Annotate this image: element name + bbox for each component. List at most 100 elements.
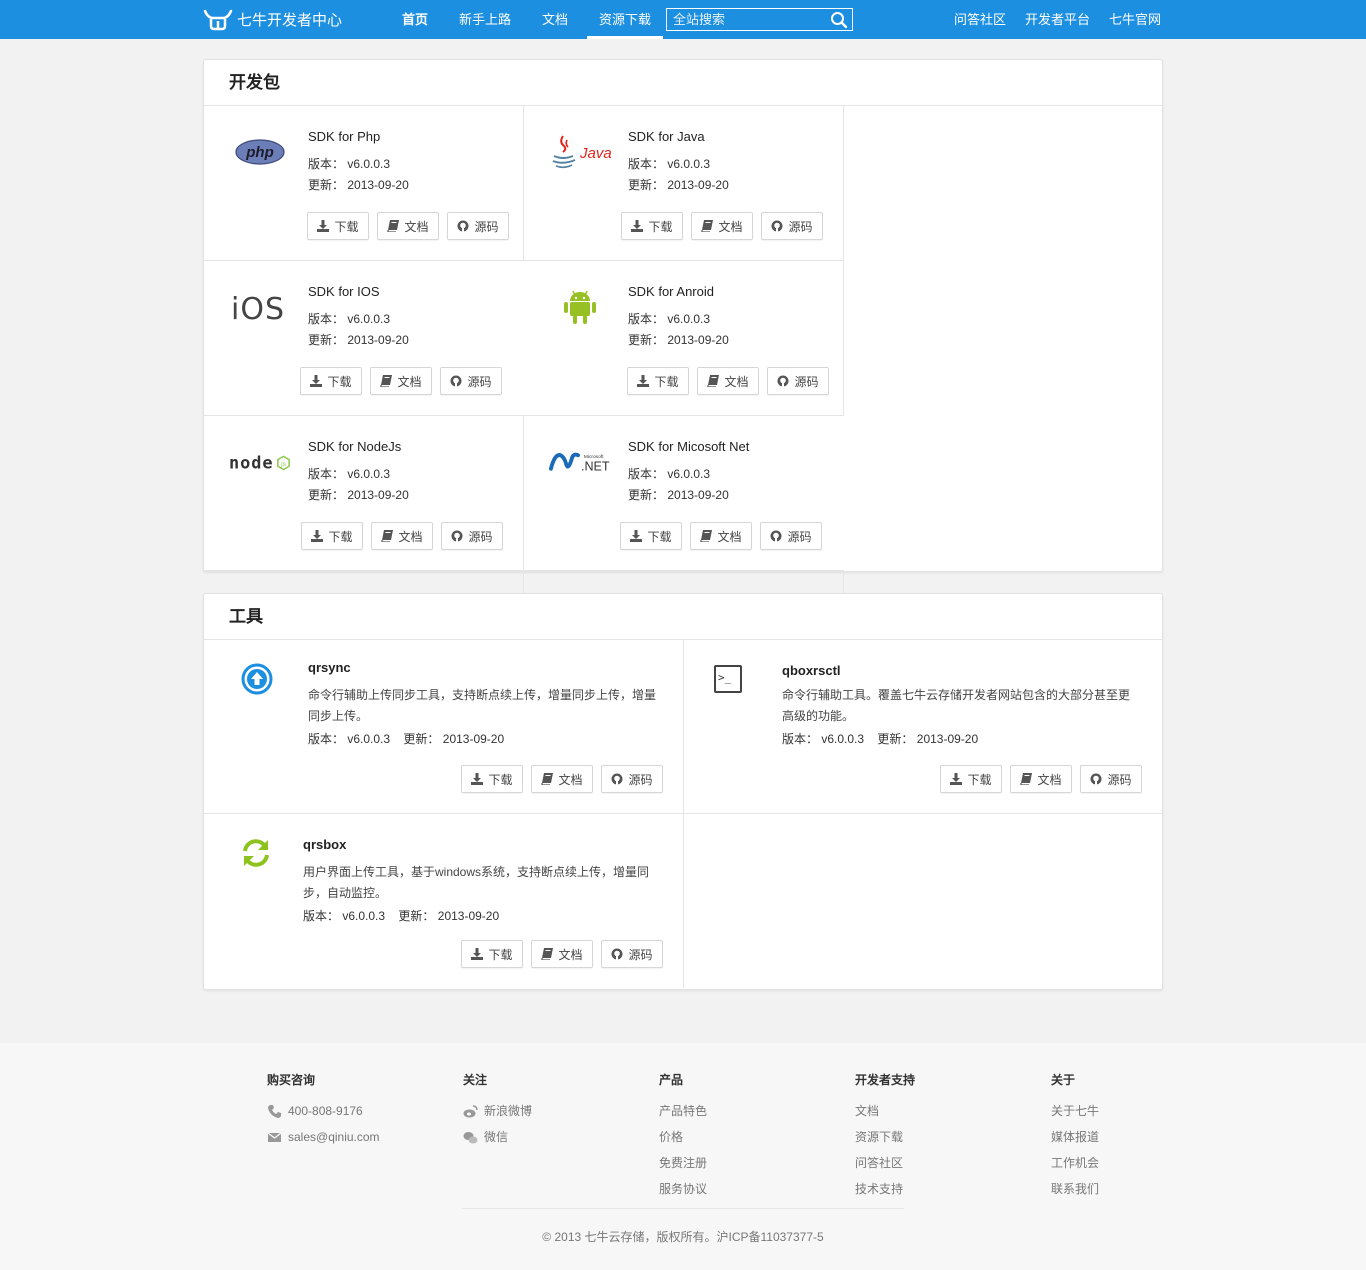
sdk-logo: php xyxy=(229,131,291,173)
github-icon xyxy=(611,773,623,785)
source-button[interactable]: 源码 xyxy=(1080,765,1142,793)
upload-circle-icon xyxy=(241,663,273,695)
source-button[interactable]: 源码 xyxy=(441,522,503,550)
svg-text:node: node xyxy=(229,453,273,473)
tool-buttons: 下载 文档 源码 xyxy=(461,765,671,793)
nav-home[interactable]: 首页 xyxy=(390,0,440,39)
sdk-title: SDK for Anroid xyxy=(628,284,714,299)
updated-label: 更新： xyxy=(403,732,440,746)
android-logo-icon xyxy=(564,290,596,324)
sdk-section-title: 开发包 xyxy=(204,60,1162,106)
download-icon xyxy=(471,773,484,785)
version-value: v6.0.0.3 xyxy=(347,467,391,481)
source-button[interactable]: 源码 xyxy=(440,367,502,395)
source-button[interactable]: 源码 xyxy=(601,940,663,968)
download-button-label: 下载 xyxy=(488,947,513,962)
footer-link[interactable]: 免费注册 xyxy=(659,1150,707,1176)
footer-link[interactable]: 产品特色 xyxy=(659,1098,707,1124)
sdk-updated: 更新： 2013-09-20 xyxy=(628,176,729,193)
search-input[interactable] xyxy=(667,9,827,30)
svg-text:iOS: iOS xyxy=(231,292,285,327)
footer-link[interactable]: 文档 xyxy=(855,1098,915,1124)
download-button[interactable]: 下载 xyxy=(621,212,683,240)
download-button[interactable]: 下载 xyxy=(307,212,369,240)
version-label: 版本： xyxy=(782,732,819,746)
nav-qa-community[interactable]: 问答社区 xyxy=(954,0,1006,39)
sdk-logo: Java xyxy=(549,131,611,173)
sdk-version: 版本： v6.0.0.3 xyxy=(628,310,710,327)
docs-button[interactable]: 文档 xyxy=(690,522,752,550)
version-value: v6.0.0.3 xyxy=(821,732,865,746)
docs-button[interactable]: 文档 xyxy=(531,765,593,793)
nav-qiniu-official[interactable]: 七牛官网 xyxy=(1109,0,1161,39)
footer-link[interactable]: 技术支持 xyxy=(855,1176,915,1202)
docs-button-label: 文档 xyxy=(1037,772,1062,787)
search-icon[interactable] xyxy=(830,11,848,29)
updated-value: 2013-09-20 xyxy=(347,178,409,192)
footer-link[interactable]: 工作机会 xyxy=(1051,1150,1099,1176)
docs-button[interactable]: 文档 xyxy=(531,940,593,968)
footer-link[interactable]: 媒体报道 xyxy=(1051,1124,1099,1150)
sdk-version: 版本： v6.0.0.3 xyxy=(308,465,390,482)
download-button[interactable]: 下载 xyxy=(940,765,1002,793)
download-button[interactable]: 下载 xyxy=(620,522,682,550)
tool-meta: 版本： v6.0.0.3 更新： 2013-09-20 xyxy=(308,730,504,747)
sdk-version: 版本： v6.0.0.3 xyxy=(308,155,390,172)
tool-card-empty xyxy=(684,814,1162,988)
docs-button-label: 文档 xyxy=(397,374,422,389)
docs-button[interactable]: 文档 xyxy=(691,212,753,240)
updated-label: 更新： xyxy=(398,909,435,923)
nav-developer-platform[interactable]: 开发者平台 xyxy=(1025,0,1090,39)
updated-value: 2013-09-20 xyxy=(667,333,729,347)
source-button[interactable]: 源码 xyxy=(767,367,829,395)
nav-docs[interactable]: 文档 xyxy=(530,0,580,39)
mail-icon xyxy=(267,1132,282,1142)
wechat-link[interactable]: 微信 xyxy=(484,1124,508,1150)
source-button[interactable]: 源码 xyxy=(761,212,823,240)
footer-link[interactable]: 价格 xyxy=(659,1124,707,1150)
download-button[interactable]: 下载 xyxy=(627,367,689,395)
download-button-label: 下载 xyxy=(648,219,673,234)
terminal-icon: >_ xyxy=(714,665,742,693)
tools-section-title: 工具 xyxy=(204,594,1162,640)
footer-link[interactable]: 问答社区 xyxy=(855,1150,915,1176)
footer-weibo[interactable]: 新浪微博 xyxy=(463,1098,532,1124)
email-address[interactable]: sales@qiniu.com xyxy=(288,1124,380,1150)
php-logo-icon: php xyxy=(235,139,285,165)
weibo-icon xyxy=(463,1104,478,1117)
nav-getting-started[interactable]: 新手上路 xyxy=(447,0,523,39)
brand[interactable]: 七牛开发者中心 xyxy=(203,0,342,39)
book-icon xyxy=(700,530,713,542)
updated-label: 更新： xyxy=(308,333,345,347)
footer-col-title: 开发者支持 xyxy=(855,1073,916,1087)
weibo-link[interactable]: 新浪微博 xyxy=(484,1098,532,1124)
docs-button[interactable]: 文档 xyxy=(370,367,432,395)
download-button[interactable]: 下载 xyxy=(301,522,363,550)
sdk-card: php SDK for Php 版本： v6.0.0.3 更新： 2013-09-20… xyxy=(204,106,524,261)
footer-link[interactable]: 关于七牛 xyxy=(1051,1098,1099,1124)
book-icon xyxy=(380,375,393,387)
footer-link[interactable]: 资源下载 xyxy=(855,1124,915,1150)
footer-col-dev-support: 开发者支持 文档 资源下载 问答社区 技术支持 xyxy=(855,1071,915,1202)
github-icon xyxy=(771,220,783,232)
svg-text:.NET: .NET xyxy=(581,460,610,474)
docs-button[interactable]: 文档 xyxy=(1010,765,1072,793)
svg-text:php: php xyxy=(245,144,274,161)
footer-link[interactable]: 联系我们 xyxy=(1051,1176,1099,1202)
docs-button[interactable]: 文档 xyxy=(377,212,439,240)
source-button[interactable]: 源码 xyxy=(601,765,663,793)
footer-wechat[interactable]: 微信 xyxy=(463,1124,532,1150)
footer-email[interactable]: sales@qiniu.com xyxy=(267,1124,380,1150)
download-button[interactable]: 下载 xyxy=(461,765,523,793)
download-button[interactable]: 下载 xyxy=(461,940,523,968)
nav-downloads[interactable]: 资源下载 xyxy=(587,0,664,39)
docs-button[interactable]: 文档 xyxy=(697,367,759,395)
source-button[interactable]: 源码 xyxy=(447,212,509,240)
sdk-logo: Microsoft.NET xyxy=(549,441,611,483)
sdk-card: Java SDK for Java 版本： v6.0.0.3 更新： 2013-09-… xyxy=(524,106,844,261)
source-button[interactable]: 源码 xyxy=(760,522,822,550)
footer-link[interactable]: 服务协议 xyxy=(659,1176,707,1202)
docs-button-label: 文档 xyxy=(724,374,749,389)
download-button[interactable]: 下载 xyxy=(300,367,362,395)
docs-button[interactable]: 文档 xyxy=(371,522,433,550)
